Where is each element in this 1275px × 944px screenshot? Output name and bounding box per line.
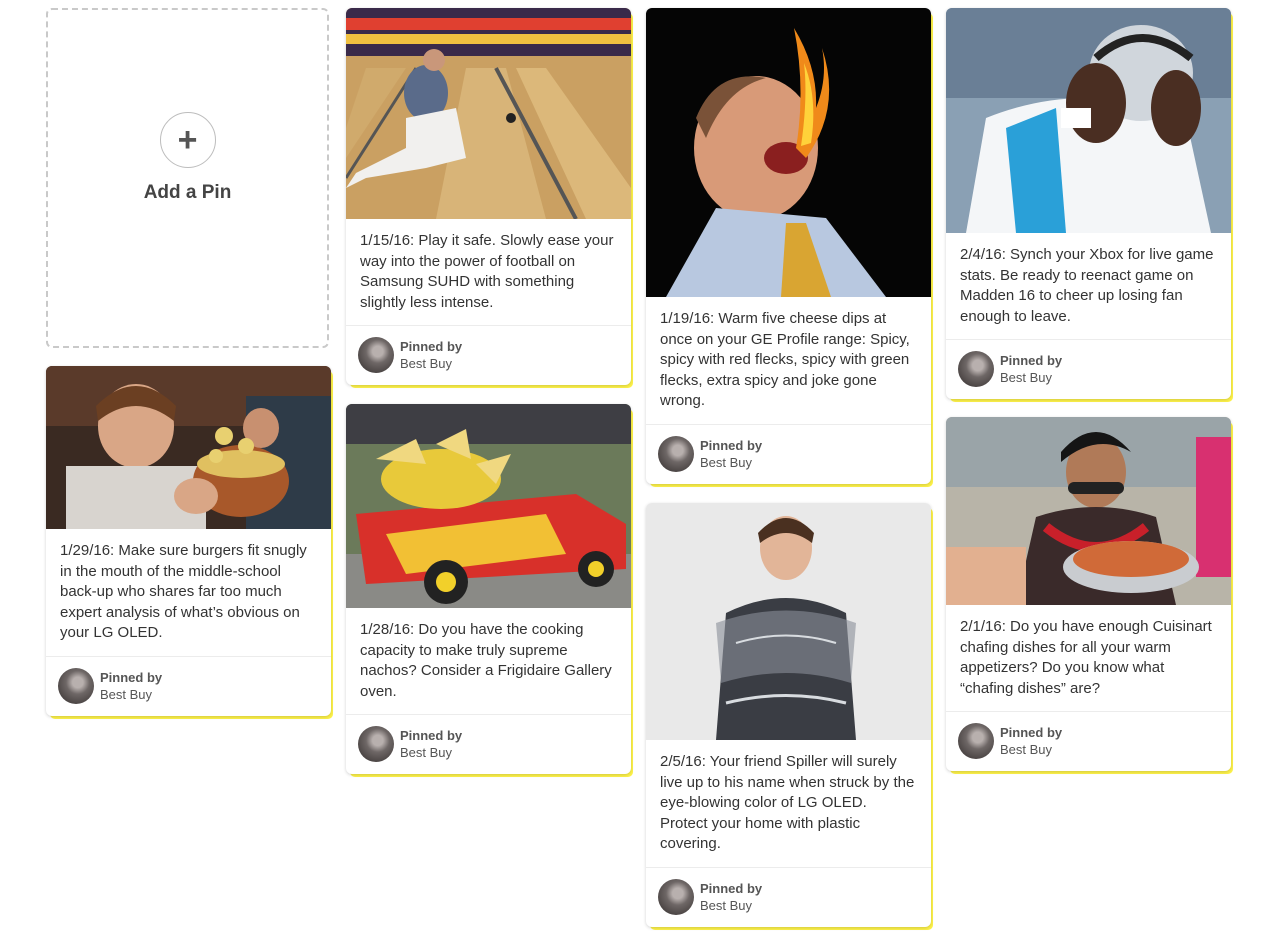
pinner-name[interactable]: Best Buy	[1000, 741, 1062, 758]
avatar	[958, 351, 994, 387]
chafing-dish-photo	[946, 417, 1231, 605]
pin-image[interactable]	[646, 503, 931, 740]
pinner-name[interactable]: Best Buy	[700, 897, 762, 914]
pinned-by-label: Pinned by	[400, 728, 463, 743]
pinned-by-label: Pinned by	[700, 437, 763, 453]
pin-card-bowling[interactable]: 1/15/16: Play it safe. Slowly ease your …	[346, 8, 631, 385]
avatar	[58, 667, 94, 704]
pinner-name[interactable]: Best Buy	[400, 744, 462, 761]
pin-description: 1/28/16: Do you have the cooking capacit…	[360, 621, 612, 700]
pin-card-football[interactable]: 2/4/16: Synch your Xbox for live game st…	[946, 8, 1231, 399]
pin-description: 2/1/16: Do you have enough Cuisinart cha…	[960, 618, 1212, 697]
pin-footer[interactable]: Pinned by Best Buy	[346, 714, 631, 774]
pin-card-fire[interactable]: 1/19/16: Warm five cheese dips at once o…	[646, 8, 931, 484]
pin-image[interactable]	[946, 417, 1231, 605]
pin-card-burger[interactable]: 1/29/16: Make sure burgers fit snugly in…	[46, 366, 331, 716]
pin-description: 1/19/16: Warm five cheese dips at once o…	[660, 310, 910, 409]
pin-description: 2/4/16: Synch your Xbox for live game st…	[960, 246, 1214, 325]
pinner-name[interactable]: Best Buy	[100, 686, 162, 703]
pin-footer[interactable]: Pinned by Best Buy	[646, 423, 931, 484]
plus-icon: +	[159, 112, 216, 168]
pin-image[interactable]	[346, 8, 631, 219]
pin-description: 2/5/16: Your friend Spiller will surely …	[660, 753, 915, 852]
pin-card-chafing[interactable]: 2/1/16: Do you have enough Cuisinart cha…	[946, 417, 1231, 771]
pinned-by-label: Pinned by	[1000, 725, 1063, 740]
pinned-by-label: Pinned by	[700, 880, 763, 896]
football-player-photo	[946, 8, 1231, 233]
pin-description: 1/29/16: Make sure burgers fit snugly in…	[60, 542, 307, 641]
avatar	[358, 726, 394, 762]
pinner-name[interactable]: Best Buy	[400, 355, 462, 372]
avatar	[658, 435, 694, 472]
pin-footer[interactable]: Pinned by Best Buy	[346, 325, 631, 385]
pin-description: 1/15/16: Play it safe. Slowly ease your …	[360, 232, 614, 311]
pin-footer[interactable]: Pinned by Best Buy	[946, 339, 1231, 399]
pin-footer[interactable]: Pinned by Best Buy	[946, 711, 1231, 771]
add-pin-label: Add a Pin	[143, 182, 232, 203]
pin-image[interactable]	[946, 8, 1231, 233]
pin-image[interactable]	[346, 404, 631, 608]
pinner-name[interactable]: Best Buy	[700, 454, 762, 471]
pinned-by-label: Pinned by	[100, 669, 163, 685]
fire-breathing-photo	[646, 8, 931, 297]
pin-footer[interactable]: Pinned by Best Buy	[46, 655, 331, 716]
pinned-by-label: Pinned by	[1000, 353, 1063, 368]
pin-card-nachos[interactable]: 1/28/16: Do you have the cooking capacit…	[346, 404, 631, 774]
bowling-photo	[346, 8, 631, 219]
pinned-by-label: Pinned by	[400, 339, 463, 354]
pin-card-plastic[interactable]: 2/5/16: Your friend Spiller will surely …	[646, 503, 931, 927]
pinner-name[interactable]: Best Buy	[1000, 369, 1062, 386]
avatar	[958, 723, 994, 759]
avatar	[358, 337, 394, 373]
burger-photo	[46, 366, 331, 529]
pin-image[interactable]	[46, 366, 331, 529]
nachos-truck-photo	[346, 404, 631, 608]
add-pin-button[interactable]: + Add a Pin	[46, 8, 329, 348]
plastic-wrap-photo	[646, 503, 931, 740]
pin-image[interactable]	[646, 8, 931, 297]
pin-footer[interactable]: Pinned by Best Buy	[646, 866, 931, 927]
avatar	[658, 878, 694, 915]
